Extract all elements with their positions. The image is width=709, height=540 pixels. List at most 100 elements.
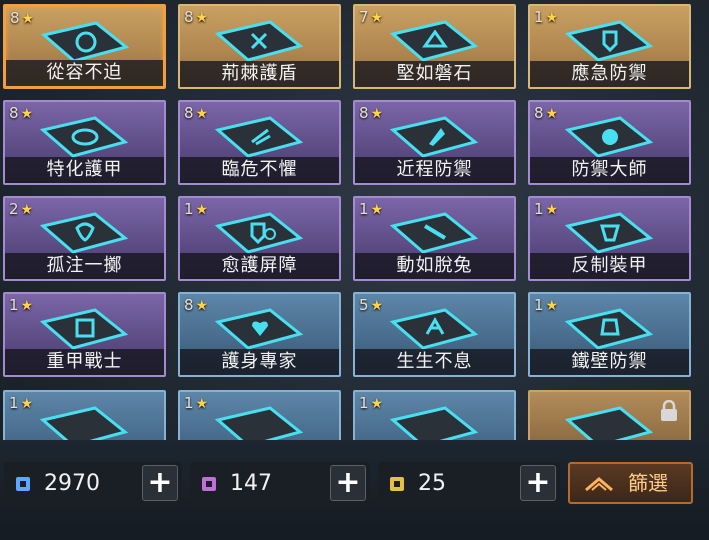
card-name: 防禦大師: [530, 157, 689, 183]
add-blue-button[interactable]: +: [142, 465, 178, 501]
card-name: 反制裝甲: [530, 253, 689, 279]
card-name: 從容不迫: [6, 60, 163, 86]
star-icon: ★: [545, 106, 559, 122]
card-partial-3[interactable]: 1 ★: [353, 390, 516, 440]
card-count: 8 ★: [184, 296, 209, 314]
card-lin-wei-bu-ju[interactable]: 8 ★ 臨危不懼: [178, 100, 341, 185]
card-name: 特化護甲: [5, 157, 164, 183]
card-gu-zhu-yi-zhi[interactable]: 2 ★ 孤注一擲: [3, 196, 166, 281]
emergency-shield-chip-icon: [564, 20, 654, 62]
card-zhong-jia-zhan-shi[interactable]: 1 ★ 重甲戰士: [3, 292, 166, 377]
resource-purple-value: 147: [230, 471, 272, 496]
healing-barrier-chip-icon: [214, 212, 304, 254]
card-jing-ji-hu-dun[interactable]: 8 ★ 荊棘護盾: [178, 4, 341, 89]
add-gold-button[interactable]: +: [520, 465, 556, 501]
star-icon: ★: [370, 106, 384, 122]
card-grid: 8 ★ 從容不迫 8 ★ 荊棘護盾 7 ★ 堅如磐石 1 ★ 應急防禦 8 ★ 特化護甲 …: [0, 0, 709, 440]
gold-chip-icon: [390, 477, 404, 491]
agility-chip-icon: [389, 212, 479, 254]
card-count: 8 ★: [10, 9, 35, 27]
card-sheng-sheng-bu-xi[interactable]: 5 ★ 生生不息: [353, 292, 516, 377]
star-icon: ★: [370, 10, 384, 26]
star-icon: ★: [21, 11, 35, 27]
card-partial-1[interactable]: 1 ★: [3, 390, 166, 440]
blue-chip-icon: [16, 477, 30, 491]
card-name: 愈護屏障: [180, 253, 339, 279]
card-name: 堅如磐石: [355, 61, 514, 87]
card-yu-hu-ping-zhang[interactable]: 1 ★ 愈護屏障: [178, 196, 341, 281]
star-icon: ★: [20, 396, 34, 412]
card-jian-ru-pan-shi[interactable]: 7 ★ 堅如磐石: [353, 4, 516, 89]
card-count: 1 ★: [534, 8, 559, 26]
card-te-hua-hu-jia[interactable]: 8 ★ 特化護甲: [3, 100, 166, 185]
plus-icon: +: [147, 465, 173, 500]
chevron-up-icon: [585, 477, 613, 492]
card-name: 護身專家: [180, 349, 339, 375]
card-name: 鐵壁防禦: [530, 349, 689, 375]
chip-icon: [214, 406, 304, 440]
armor-chip-icon: [39, 116, 129, 158]
card-count: 7 ★: [359, 8, 384, 26]
star-icon: ★: [370, 396, 384, 412]
card-count: 1 ★: [184, 200, 209, 218]
card-tie-bi-fang-yu[interactable]: 1 ★ 鐵壁防禦: [528, 292, 691, 377]
chip-icon: [389, 406, 479, 440]
counter-armor-chip-icon: [564, 212, 654, 254]
star-icon: ★: [370, 202, 384, 218]
card-count: 1 ★: [359, 200, 384, 218]
heavy-armor-chip-icon: [39, 308, 129, 350]
card-name: 生生不息: [355, 349, 514, 375]
card-name: 荊棘護盾: [180, 61, 339, 87]
star-icon: ★: [545, 10, 559, 26]
card-partial-2[interactable]: 1 ★: [178, 390, 341, 440]
iron-wall-chip-icon: [564, 308, 654, 350]
add-purple-button[interactable]: +: [330, 465, 366, 501]
star-icon: ★: [20, 106, 34, 122]
plus-icon: +: [335, 465, 361, 500]
card-count: 1 ★: [359, 394, 384, 412]
star-icon: ★: [195, 396, 209, 412]
regeneration-chip-icon: [389, 308, 479, 350]
card-count: 2 ★: [9, 200, 34, 218]
card-jin-cheng-fang-yu[interactable]: 8 ★ 近程防禦: [353, 100, 516, 185]
melee-defense-chip-icon: [389, 116, 479, 158]
resource-blue-value: 2970: [44, 471, 100, 496]
card-count: 8 ★: [9, 104, 34, 122]
star-icon: ★: [545, 298, 559, 314]
card-fang-yu-da-shi[interactable]: 8 ★ 防禦大師: [528, 100, 691, 185]
card-count: 8 ★: [184, 8, 209, 26]
card-name: 應急防禦: [530, 61, 689, 87]
filter-label: 篩選: [628, 471, 668, 495]
star-icon: ★: [195, 106, 209, 122]
card-cong-rong-bu-po[interactable]: 8 ★ 從容不迫: [3, 4, 166, 89]
chip-icon: [564, 406, 654, 440]
star-icon: ★: [370, 298, 384, 314]
card-name: 近程防禦: [355, 157, 514, 183]
resource-gold-value: 25: [418, 471, 446, 496]
heart-shield-chip-icon: [214, 308, 304, 350]
star-icon: ★: [195, 10, 209, 26]
card-count: 1 ★: [9, 296, 34, 314]
defense-master-chip-icon: [564, 116, 654, 158]
filter-button[interactable]: 篩選: [568, 462, 693, 504]
card-count: 1 ★: [534, 296, 559, 314]
star-icon: ★: [195, 202, 209, 218]
card-ying-ji-fang-yu[interactable]: 1 ★ 應急防禦: [528, 4, 691, 89]
card-count: 8 ★: [184, 104, 209, 122]
card-count: 1 ★: [9, 394, 34, 412]
card-fan-zhi-zhuang-jia[interactable]: 1 ★ 反制裝甲: [528, 196, 691, 281]
card-count: 8 ★: [359, 104, 384, 122]
fearless-chip-icon: [214, 116, 304, 158]
chip-icon: [39, 406, 129, 440]
card-hu-shen-zhuan-jia[interactable]: 8 ★ 護身專家: [178, 292, 341, 377]
card-count: 8 ★: [534, 104, 559, 122]
star-icon: ★: [195, 298, 209, 314]
star-icon: ★: [20, 202, 34, 218]
card-locked[interactable]: [528, 390, 691, 440]
card-name: 動如脫兔: [355, 253, 514, 279]
rock-chip-icon: [389, 20, 479, 62]
star-icon: ★: [545, 202, 559, 218]
card-name: 重甲戰士: [5, 349, 164, 375]
card-dong-ru-tuo-tu[interactable]: 1 ★ 動如脫兔: [353, 196, 516, 281]
card-count: 1 ★: [534, 200, 559, 218]
